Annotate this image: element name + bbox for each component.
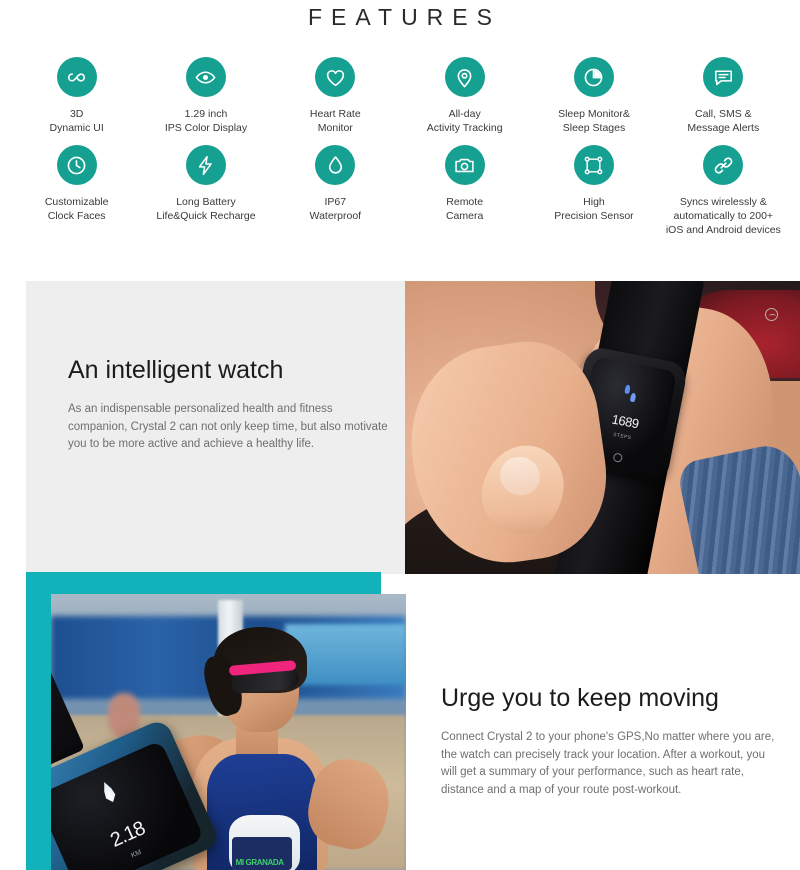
water-drop-icon: [315, 145, 356, 185]
section-keep-moving: MI GRANADA 2.18 KM Urge you to keep movi…: [26, 572, 800, 870]
section-intelligent-watch: An intelligent watch As an indispensable…: [26, 281, 800, 576]
feature-label: Heart Rate Monitor: [309, 108, 361, 134]
watch-home-button-icon: [612, 452, 624, 464]
clock-icon: [56, 145, 97, 185]
feature-label: 3D Dynamic UI: [49, 108, 104, 134]
feature-label: Syncs wirelessly & automatically to 200+…: [665, 196, 781, 236]
race-bib-text: MI GRANADA: [235, 858, 284, 868]
steps-value: 1689: [610, 412, 640, 433]
feature-label: Sleep Monitor& Sleep Stages: [558, 108, 630, 134]
feature-item-heart-rate: Heart Rate Monitor: [271, 49, 400, 135]
feature-label: Customizable Clock Faces: [44, 196, 109, 222]
keep-moving-headline: Urge you to keep moving: [441, 684, 719, 712]
photo-denim-sleeve: [676, 440, 800, 574]
feature-label: 1.29 inch IPS Color Display: [164, 108, 248, 134]
feature-item-call-sms-alerts: Call, SMS & Message Alerts: [659, 49, 788, 135]
feature-label: Call, SMS & Message Alerts: [687, 108, 760, 134]
feature-item-sync-wireless: Syncs wirelessly & automatically to 200+…: [659, 137, 788, 237]
sensor-chip-icon: [573, 145, 614, 185]
distance-value: 2.18: [106, 816, 148, 852]
location-pin-icon: [444, 57, 485, 97]
feature-label: All-day Activity Tracking: [426, 108, 503, 134]
pie-chart-icon: [573, 57, 614, 97]
chat-bubble-icon: [703, 57, 744, 97]
feature-item-clock-faces: Customizable Clock Faces: [12, 137, 141, 237]
keep-moving-copy: Urge you to keep moving Connect Crystal …: [441, 684, 781, 799]
keep-moving-body: Connect Crystal 2 to your phone's GPS,No…: [441, 731, 775, 796]
footsteps-icon: [623, 384, 638, 403]
feature-item-precision-sensor: High Precision Sensor: [529, 137, 658, 237]
footprint-right: [629, 392, 637, 403]
heart-icon: [315, 57, 356, 97]
runner-smartwatch-screen: 2.18 KM: [51, 740, 204, 870]
photo-runner: MI GRANADA 2.18 KM: [51, 594, 406, 870]
footprint-left: [624, 384, 632, 395]
photo-corner-logo-icon: [765, 308, 778, 321]
lightning-bolt-icon: [185, 145, 226, 185]
feature-label: IP67 Waterproof: [309, 196, 362, 222]
distance-drop-icon: [98, 779, 120, 805]
page-title: FEATURES: [308, 4, 501, 30]
feature-item-activity-tracking: All-day Activity Tracking: [400, 49, 529, 135]
feature-item-waterproof: IP67 Waterproof: [271, 137, 400, 237]
intelligent-watch-headline: An intelligent watch: [68, 356, 284, 384]
distance-unit: KM: [129, 848, 143, 860]
camera-icon: [444, 145, 485, 185]
feature-item-ips-display: 1.29 inch IPS Color Display: [141, 49, 270, 135]
chain-link-icon: [703, 145, 744, 185]
feature-item-long-battery: Long Battery Life&Quick Recharge: [141, 137, 270, 237]
feature-label: Long Battery Life&Quick Recharge: [156, 196, 256, 222]
infinity-loop-icon: [56, 57, 97, 97]
feature-grid: 3D Dynamic UI 1.29 inch IPS Color Displa…: [0, 31, 800, 237]
intelligent-watch-copy: An intelligent watch As an indispensable…: [68, 356, 388, 454]
feature-item-3d-dynamic-ui: 3D Dynamic UI: [12, 49, 141, 135]
intelligent-watch-body: As an indispensable personalized health …: [68, 403, 388, 450]
feature-item-remote-camera: Remote Camera: [400, 137, 529, 237]
eye-icon: [185, 57, 226, 97]
feature-item-sleep-monitor: Sleep Monitor& Sleep Stages: [529, 49, 658, 135]
steps-unit: STEPS: [612, 431, 632, 442]
feature-label: Remote Camera: [445, 196, 484, 222]
feature-label: High Precision Sensor: [554, 196, 634, 222]
photo-wrist-watch: 1689 STEPS: [405, 281, 800, 574]
